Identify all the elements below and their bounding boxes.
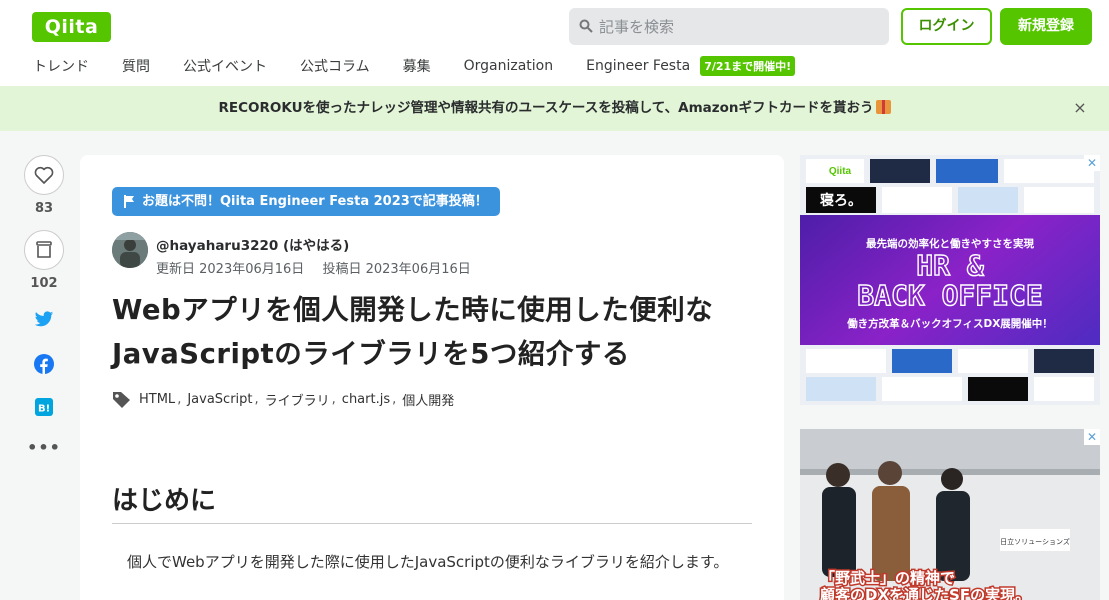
ad2-caption-1: 「野武士」の精神で xyxy=(820,569,955,587)
article-actions: 83 102 B! ••• xyxy=(24,155,64,457)
stock-icon xyxy=(36,241,52,258)
ad-close-icon[interactable]: ✕ xyxy=(1084,155,1100,171)
ad2-caption-2: 顧客のDXを通じたSFの実現。 xyxy=(820,586,1030,600)
ad1-sub: 働き方改革＆バックオフィスDX展開催中！ xyxy=(846,317,1053,330)
stock-button[interactable] xyxy=(24,230,64,270)
ad-banner-hitachi[interactable]: 日立ソリューションズ 「野武士」の精神で 顧客のDXを通じたSFの実現。 ✕ xyxy=(800,429,1100,600)
share-hatena[interactable]: B! xyxy=(24,398,64,420)
avatar-image xyxy=(112,232,148,268)
tag-chartjs[interactable]: chart.js xyxy=(342,392,390,407)
like-count: 83 xyxy=(34,201,54,216)
nav-official-events[interactable]: 公式イベント xyxy=(183,56,267,76)
signup-button[interactable]: 新規登録 xyxy=(1000,8,1092,45)
banner-text: RECOROKUを使ったナレッジ管理や情報共有のユースケースを投稿して、Amaz… xyxy=(218,100,874,116)
site-header: Qiita ログイン 新規登録 トレンド 質問 公式イベント 公式コラム 募集 … xyxy=(0,0,1109,86)
author-name[interactable]: @hayaharu3220 (はやはる) xyxy=(156,234,349,254)
article-dates: 更新日 2023年06月16日 投稿日 2023年06月16日 xyxy=(156,258,485,277)
tag-separator: , xyxy=(254,391,259,407)
main-nav: トレンド 質問 公式イベント 公式コラム 募集 Organization Eng… xyxy=(33,55,796,77)
ad-image: 日立ソリューションズ 「野武士」の精神で 顧客のDXを通じたSFの実現。 xyxy=(800,429,1100,600)
like-button[interactable] xyxy=(24,155,64,195)
svg-text:B!: B! xyxy=(38,404,50,415)
banner-link[interactable]: RECOROKUを使ったナレッジ管理や情報共有のユースケースを投稿して、Amaz… xyxy=(0,86,1109,131)
qiita-logo[interactable]: Qiita xyxy=(32,12,111,42)
page-title: Webアプリを個人開発した時に使用した便利なJavaScriptのライブラリを5… xyxy=(112,294,714,370)
ad-close-icon[interactable]: ✕ xyxy=(1084,429,1100,445)
tag-personal-dev[interactable]: 個人開発 xyxy=(402,390,454,409)
festa-label: お題は不問！Qiita Engineer Festa 2023で記事投稿！ xyxy=(142,194,488,209)
ad1-headline-1: HR & xyxy=(916,249,984,282)
tag-javascript[interactable]: JavaScript xyxy=(187,392,252,407)
section-heading: はじめに xyxy=(112,480,752,524)
ad1-headline-2: BACK OFFICE xyxy=(857,279,1042,312)
tag-list: HTML, JavaScript, ライブラリ, chart.js, 個人開発 xyxy=(112,388,456,410)
ad1-small: 寝ろ。 xyxy=(820,192,862,209)
festa-badge[interactable]: お題は不問！Qiita Engineer Festa 2023で記事投稿！ xyxy=(112,187,500,216)
stock-count: 102 xyxy=(30,276,58,291)
search-box[interactable] xyxy=(569,8,889,45)
tag-html[interactable]: HTML xyxy=(139,392,175,407)
ad-banner-hr-office[interactable]: Qiita 寝ろ。 最先端の効率化と働きやすさを実現 HR & BACK OFF… xyxy=(800,155,1100,405)
intro-paragraph: 個人でWebアプリを開発した際に使用したJavaScriptの便利なライブラリを… xyxy=(127,553,729,571)
more-icon[interactable]: ••• xyxy=(24,438,64,457)
nav-questions[interactable]: 質問 xyxy=(122,56,150,76)
nav-recruitment[interactable]: 募集 xyxy=(403,56,431,76)
article-card xyxy=(80,155,784,600)
nav-organization[interactable]: Organization xyxy=(464,58,554,74)
search-input[interactable] xyxy=(599,8,879,45)
gift-icon xyxy=(875,100,891,114)
facebook-icon xyxy=(34,354,54,374)
login-button[interactable]: ログイン xyxy=(901,8,992,45)
tag-separator: , xyxy=(392,391,397,407)
nav-official-columns[interactable]: 公式コラム xyxy=(300,56,370,76)
nav-trend[interactable]: トレンド xyxy=(33,56,89,76)
share-facebook[interactable] xyxy=(24,354,64,378)
twitter-icon xyxy=(34,311,54,327)
avatar[interactable] xyxy=(112,232,148,268)
flag-icon xyxy=(124,195,134,208)
updated-date: 更新日 2023年06月16日 xyxy=(156,262,305,277)
festa-date-badge: 7/21まで開催中! xyxy=(700,56,796,76)
ad-image: Qiita 寝ろ。 最先端の効率化と働きやすさを実現 HR & BACK OFF… xyxy=(800,155,1100,405)
heart-icon xyxy=(34,166,54,184)
announcement-banner: RECOROKUを使ったナレッジ管理や情報共有のユースケースを投稿して、Amaz… xyxy=(0,86,1109,131)
close-icon[interactable]: × xyxy=(1071,99,1089,117)
ad2-sign: 日立ソリューションズ xyxy=(1000,537,1070,546)
hatena-bookmark-icon: B! xyxy=(35,398,53,416)
search-icon xyxy=(579,19,593,33)
share-twitter[interactable] xyxy=(24,311,64,332)
tag-separator: , xyxy=(177,391,182,407)
ad1-logo: Qiita xyxy=(829,166,852,177)
tag-separator: , xyxy=(331,391,336,407)
posted-date: 投稿日 2023年06月16日 xyxy=(322,262,471,277)
tag-icon xyxy=(113,391,130,408)
tag-library[interactable]: ライブラリ xyxy=(265,390,330,409)
nav-engineer-festa[interactable]: Engineer Festa xyxy=(586,58,690,74)
